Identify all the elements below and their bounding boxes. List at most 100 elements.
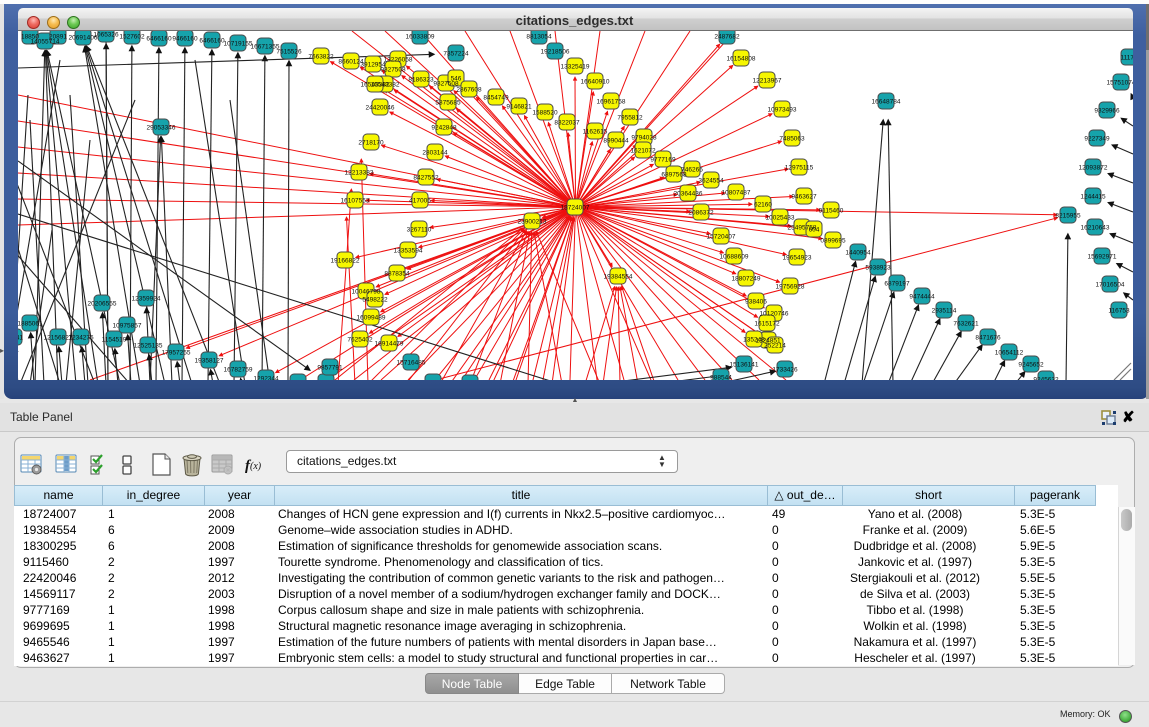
- svg-text:7663822: 7663822: [308, 54, 334, 61]
- svg-text:12093872: 12093872: [1079, 165, 1108, 172]
- svg-text:8990444: 8990444: [603, 138, 629, 145]
- svg-text:16648784: 16648784: [872, 99, 901, 106]
- svg-text:5938923: 5938923: [865, 265, 891, 272]
- svg-text:7515526: 7515526: [276, 49, 302, 56]
- svg-text:19166822: 19166822: [331, 258, 360, 265]
- svg-text:1244415: 1244415: [1080, 194, 1106, 201]
- svg-text:19218506: 19218506: [541, 49, 570, 56]
- svg-text:1440954: 1440954: [845, 250, 871, 257]
- svg-text:29053346: 29053346: [147, 125, 176, 132]
- svg-text:124504: 124504: [315, 380, 337, 381]
- svg-text:12975115: 12975115: [785, 165, 814, 172]
- svg-text:12213967: 12213967: [753, 78, 782, 85]
- svg-text:3267110: 3267110: [407, 227, 432, 234]
- svg-text:1588520: 1588520: [532, 110, 558, 117]
- svg-text:2867608: 2867608: [456, 87, 482, 94]
- svg-text:16154808: 16154808: [727, 56, 756, 63]
- svg-text:9794028: 9794028: [631, 135, 657, 142]
- svg-text:16099489: 16099489: [357, 315, 386, 322]
- svg-text:9245632: 9245632: [1033, 377, 1059, 381]
- svg-text:16782759: 16782759: [224, 367, 253, 374]
- svg-text:12213383: 12213383: [345, 170, 374, 177]
- svg-text:15136141: 15136141: [730, 362, 759, 369]
- svg-text:2718170: 2718170: [358, 140, 384, 147]
- svg-text:938406: 938406: [745, 299, 767, 306]
- svg-text:2086372: 2086372: [688, 210, 714, 217]
- svg-text:13325419: 13325419: [561, 64, 590, 71]
- svg-text:7357224: 7357224: [443, 51, 469, 58]
- svg-text:9242848: 9242848: [431, 125, 457, 132]
- svg-text:10025433: 10025433: [766, 215, 795, 222]
- svg-text:604: 604: [809, 227, 820, 234]
- svg-text:10688609: 10688609: [720, 254, 749, 261]
- svg-text:13226058: 13226058: [384, 57, 413, 64]
- svg-text:0899695: 0899695: [820, 238, 846, 245]
- svg-text:3624554: 3624554: [698, 178, 724, 185]
- svg-text:1733426: 1733426: [772, 367, 798, 374]
- svg-text:116753: 116753: [1108, 308, 1130, 315]
- svg-text:9777169: 9777169: [650, 157, 676, 164]
- svg-text:10973493: 10973493: [768, 107, 797, 114]
- svg-text:16210643: 16210643: [1081, 225, 1110, 232]
- svg-text:7625402: 7625402: [347, 337, 373, 344]
- svg-text:15716485: 15716485: [397, 360, 426, 367]
- svg-text:2935114: 2935114: [932, 308, 957, 315]
- svg-text:1292344: 1292344: [253, 376, 279, 381]
- svg-text:10975857: 10975857: [113, 323, 142, 330]
- svg-text:5875685: 5875685: [435, 100, 461, 107]
- svg-text:17957255: 17957255: [162, 350, 191, 357]
- svg-text:10654112: 10654112: [995, 350, 1024, 357]
- svg-text:16107553: 16107553: [341, 198, 370, 205]
- svg-text:8454749: 8454749: [483, 95, 509, 102]
- svg-text:(x): (x): [250, 461, 262, 472]
- svg-text:9245012: 9245012: [420, 380, 446, 381]
- svg-text:62160: 62160: [754, 202, 772, 209]
- svg-text:988544: 988544: [710, 375, 732, 381]
- svg-text:546: 546: [451, 76, 462, 83]
- svg-text:2803144: 2803144: [422, 150, 448, 157]
- svg-text:9245652: 9245652: [1018, 362, 1044, 369]
- svg-text:12525135: 12525135: [134, 343, 163, 350]
- svg-text:20891: 20891: [49, 34, 67, 41]
- svg-text:8878354: 8878354: [384, 271, 410, 278]
- svg-text:16961758: 16961758: [597, 99, 626, 106]
- svg-text:19654923: 19654923: [783, 255, 812, 262]
- svg-text:7955812: 7955812: [617, 115, 643, 122]
- svg-text:1527602: 1527602: [119, 34, 145, 41]
- svg-text:1234275: 1234275: [68, 335, 94, 342]
- svg-text:7485063: 7485063: [779, 136, 805, 143]
- svg-text:19756928: 19756928: [776, 284, 805, 291]
- svg-text:20364436: 20364436: [674, 191, 703, 198]
- svg-text:9463627: 9463627: [791, 194, 817, 201]
- svg-text:18724007: 18724007: [561, 205, 590, 212]
- svg-text:8322037: 8322037: [554, 120, 580, 127]
- svg-text:9327508: 9327508: [380, 67, 406, 74]
- svg-text:20206555: 20206555: [88, 301, 117, 308]
- svg-text:9474444: 9474444: [909, 294, 935, 301]
- svg-text:417006: 417006: [409, 198, 431, 205]
- svg-text:16914479: 16914479: [375, 341, 404, 348]
- svg-text:9227349: 9227349: [1084, 136, 1110, 143]
- svg-text:8427552: 8427552: [413, 175, 439, 182]
- svg-text:7632621: 7632621: [953, 321, 979, 328]
- svg-text:9857791: 9857791: [317, 365, 343, 372]
- svg-text:10719155: 10719155: [224, 41, 253, 48]
- svg-text:8186323: 8186323: [408, 77, 434, 84]
- svg-text:12359924: 12359924: [132, 296, 161, 303]
- svg-text:135248: 135248: [743, 337, 765, 344]
- svg-text:9329966: 9329966: [1094, 108, 1120, 115]
- svg-text:2487682: 2487682: [714, 34, 740, 41]
- svg-text:39141: 39141: [18, 335, 23, 342]
- svg-text:1162615: 1162615: [583, 129, 608, 136]
- svg-text:17016504: 17016504: [1096, 282, 1125, 289]
- svg-text:16033809: 16033809: [406, 34, 435, 41]
- svg-text:16640910: 16640910: [581, 79, 610, 86]
- svg-text:1154519: 1154519: [102, 337, 127, 344]
- svg-text:13353594: 13353594: [394, 248, 423, 255]
- svg-text:1615172: 1615172: [754, 321, 780, 328]
- svg-text:9115460: 9115460: [819, 208, 844, 215]
- svg-text:8215955: 8215955: [1055, 213, 1081, 220]
- svg-text:6897568: 6897568: [661, 172, 687, 179]
- svg-text:931854: 931854: [287, 380, 309, 381]
- svg-text:9466160: 9466160: [172, 36, 198, 43]
